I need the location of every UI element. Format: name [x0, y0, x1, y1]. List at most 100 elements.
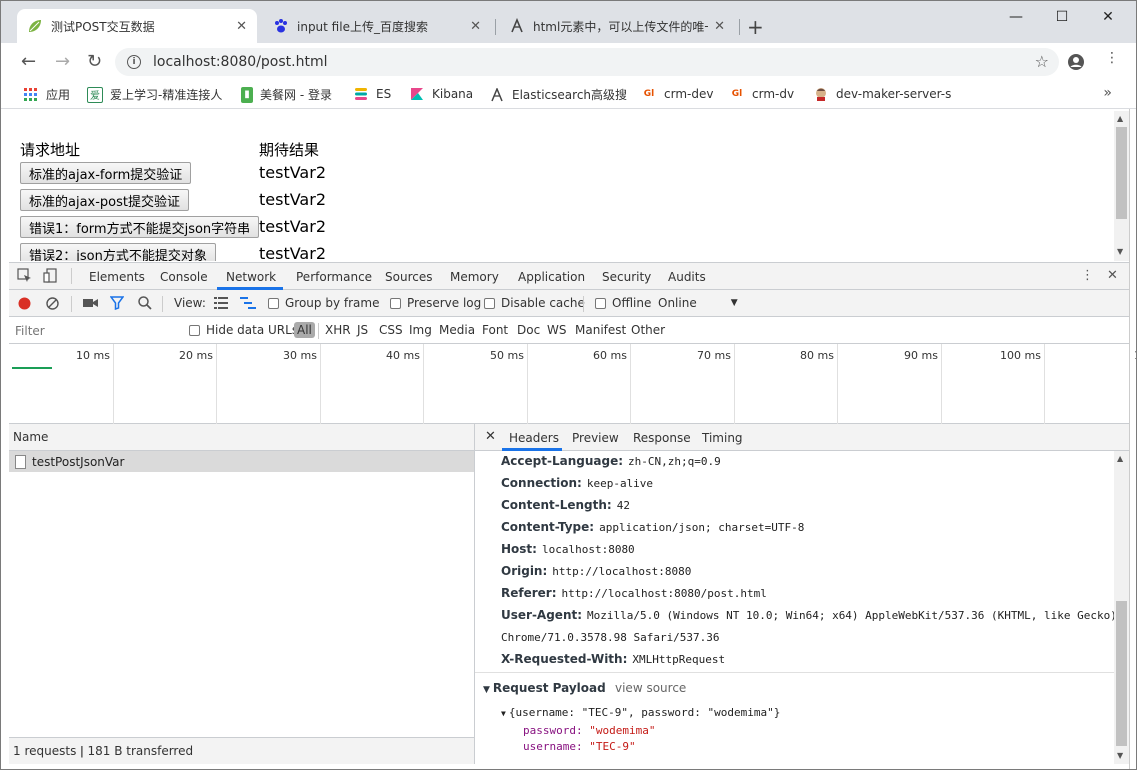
ajax-form-button[interactable]: 标准的ajax-form提交验证	[20, 162, 192, 184]
info-icon[interactable]: i	[127, 55, 141, 69]
menu-dots-icon[interactable]: ⋮	[1081, 268, 1094, 283]
tab-network[interactable]: Network	[226, 270, 276, 284]
close-icon[interactable]: ✕	[1107, 268, 1118, 283]
timeline-label: 20 ms	[179, 349, 213, 362]
filter-type-js[interactable]: JS	[357, 323, 368, 337]
scroll-down-icon[interactable]: ▼	[1117, 751, 1123, 760]
star-icon[interactable]: ☆	[1035, 52, 1049, 71]
chevron-double-right-icon[interactable]: »	[1103, 85, 1112, 101]
browser-tab-3[interactable]: html元素中，可以上传文件的唯一 ✕	[499, 9, 735, 43]
scroll-thumb[interactable]	[1116, 601, 1127, 746]
filter-type-media[interactable]: Media	[439, 323, 475, 337]
network-timeline[interactable]: 10 ms 20 ms 30 ms 40 ms 50 ms 60 ms 70 ms 80 ms…	[9, 344, 1136, 424]
filter-type-xhr[interactable]: XHR	[325, 323, 351, 337]
tab-timing[interactable]: Timing	[702, 431, 743, 445]
bookmark-item[interactable]: 爱 爱上学习-精准连接人	[87, 86, 222, 103]
tab-security[interactable]: Security	[602, 270, 651, 284]
header-line: Content-Length: 42	[501, 498, 630, 512]
tab-performance[interactable]: Performance	[296, 270, 372, 284]
hide-data-urls-checkbox[interactable]: Hide data URLs	[189, 323, 298, 337]
browser-tab-1[interactable]: 测试POST交互数据 ✕	[17, 9, 257, 43]
filter-type-img[interactable]: Img	[409, 323, 432, 337]
close-icon[interactable]: ✕	[714, 19, 725, 34]
disable-cache-checkbox[interactable]: Disable cache	[484, 296, 585, 310]
error2-button[interactable]: 错误2：json方式不能提交对象	[20, 243, 216, 261]
browser-tab-2[interactable]: input file上传_百度搜索 ✕	[263, 9, 491, 43]
group-by-frame-checkbox[interactable]: Group by frame	[268, 296, 379, 310]
tab-audits[interactable]: Audits	[668, 270, 706, 284]
scroll-down-icon[interactable]: ▼	[1117, 247, 1123, 256]
detail-tab-bar: ✕ Headers Preview Response Timing	[475, 424, 1129, 451]
filter-type-all[interactable]: All	[294, 322, 315, 338]
triangle-down-icon: ▼	[501, 709, 506, 718]
request-row[interactable]: testPostJsonVar	[9, 451, 474, 472]
divider	[71, 296, 72, 312]
tab-response[interactable]: Response	[633, 431, 691, 445]
timeline-label: 90 ms	[904, 349, 938, 362]
bookmark-item[interactable]: Gl crm-dev	[641, 86, 714, 102]
view-label: View:	[174, 296, 206, 310]
close-icon[interactable]: ✕	[485, 429, 496, 444]
filter-type-css[interactable]: CSS	[379, 323, 403, 337]
filter-type-other[interactable]: Other	[631, 323, 665, 337]
close-icon[interactable]: ✕	[236, 19, 247, 34]
name-column-header[interactable]: Name	[9, 424, 474, 451]
tab-elements[interactable]: Elements	[89, 270, 145, 284]
scroll-thumb[interactable]	[1116, 127, 1127, 219]
throttling-select[interactable]: Online ▼	[658, 296, 738, 310]
bookmark-item[interactable]: dev-maker-server-s	[813, 86, 951, 102]
forward-arrow-icon[interactable]: →	[55, 51, 70, 72]
filter-type-doc[interactable]: Doc	[517, 323, 540, 337]
filter-type-font[interactable]: Font	[482, 323, 508, 337]
tab-preview[interactable]: Preview	[572, 431, 619, 445]
new-tab-icon[interactable]: +	[747, 15, 764, 39]
window-close-icon[interactable]: ✕	[1085, 5, 1131, 29]
clear-icon[interactable]	[46, 297, 59, 310]
ajax-post-button[interactable]: 标准的ajax-post提交验证	[20, 189, 190, 211]
inspect-element-icon[interactable]	[17, 268, 32, 287]
tab-console[interactable]: Console	[160, 270, 208, 284]
timeline-label: 100 ms	[1000, 349, 1041, 362]
maximize-icon[interactable]: ☐	[1039, 5, 1085, 29]
payload-summary[interactable]: ▼ {username: "TEC-9", password: "wodemima…	[501, 706, 780, 719]
scroll-up-icon[interactable]: ▲	[1117, 114, 1123, 123]
camera-icon[interactable]	[83, 297, 98, 309]
record-icon[interactable]	[18, 297, 31, 310]
offline-checkbox[interactable]: Offline	[595, 296, 651, 310]
bookmark-apps[interactable]: 应用	[23, 86, 70, 103]
header-line: X-Requested-With: XMLHttpRequest	[501, 652, 725, 666]
checkbox-box	[189, 324, 200, 336]
bookmark-item[interactable]: Gl crm-dv	[729, 86, 794, 102]
tab-application[interactable]: Application	[518, 270, 585, 284]
minimize-icon[interactable]: —	[993, 5, 1039, 29]
tab-sources[interactable]: Sources	[385, 270, 432, 284]
menu-dots-icon[interactable]: ⋮	[1105, 50, 1119, 66]
device-toolbar-icon[interactable]	[43, 268, 58, 287]
tab-memory[interactable]: Memory	[450, 270, 499, 284]
address-bar[interactable]: i localhost:8080/post.html ☆	[115, 48, 1059, 76]
profile-icon[interactable]	[1067, 53, 1085, 74]
tab-headers[interactable]: Headers	[509, 431, 559, 445]
search-icon[interactable]	[138, 296, 152, 310]
filter-type-manifest[interactable]: Manifest	[575, 323, 626, 337]
bookmark-item[interactable]: Kibana	[409, 86, 473, 102]
waterfall-view-icon[interactable]	[240, 297, 256, 309]
reload-icon[interactable]: ↻	[87, 51, 102, 72]
filter-input[interactable]	[13, 321, 173, 340]
list-view-icon[interactable]	[214, 297, 228, 309]
detail-scrollbar[interactable]: ▲ ▼	[1114, 451, 1129, 764]
scroll-up-icon[interactable]: ▲	[1117, 454, 1123, 463]
browser-window: 测试POST交互数据 ✕ input file上传_百度搜索 ✕ html元素中…	[0, 0, 1137, 770]
page-scrollbar[interactable]: ▲ ▼	[1114, 111, 1129, 261]
filter-funnel-icon[interactable]	[110, 296, 124, 310]
close-icon[interactable]: ✕	[470, 19, 481, 34]
view-source-link[interactable]: view source	[615, 681, 686, 695]
bookmark-item[interactable]: Elasticsearch高级搜	[489, 86, 627, 103]
bookmark-item[interactable]: ▮ 美餐网 - 登录	[241, 86, 332, 103]
filter-type-ws[interactable]: WS	[547, 323, 566, 337]
error1-button[interactable]: 错误1：form方式不能提交json字符串	[20, 216, 260, 238]
back-arrow-icon[interactable]: ←	[21, 51, 36, 72]
preserve-log-checkbox[interactable]: Preserve log	[390, 296, 481, 310]
request-payload-title[interactable]: ▼ Request Payload	[483, 681, 606, 695]
bookmark-item[interactable]: ES	[353, 86, 391, 102]
